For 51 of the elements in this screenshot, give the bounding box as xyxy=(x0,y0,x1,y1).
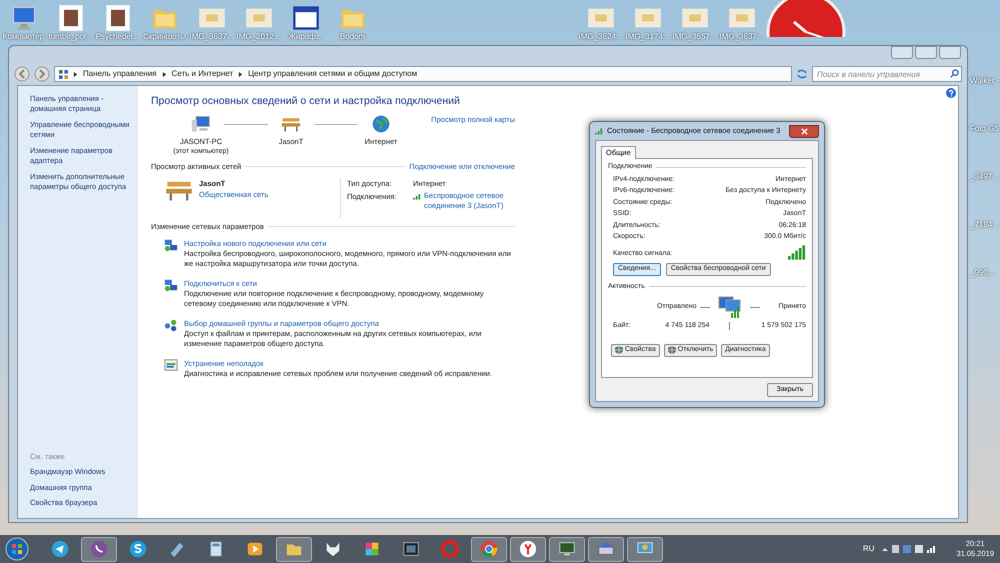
control-panel-icon xyxy=(59,70,68,78)
address-bar[interactable]: Панель управления Сеть и Интернет Центр управления сетями и общим доступом xyxy=(54,66,792,82)
taskbar-app-button[interactable] xyxy=(276,536,312,562)
taskbar-app-button[interactable] xyxy=(588,536,624,562)
phone-bubble-icon xyxy=(90,540,108,558)
window-icon xyxy=(292,4,320,32)
scanner-icon xyxy=(597,540,615,558)
monitor-icon xyxy=(558,540,576,558)
network-computers-icon xyxy=(164,278,178,292)
signal-bars-icon xyxy=(413,192,422,200)
paper-plane-icon xyxy=(51,540,69,558)
chevron-icon xyxy=(73,72,78,76)
close-icon xyxy=(800,128,808,134)
breadcrumb-item[interactable]: Сеть и Интернет xyxy=(172,68,234,80)
start-button-icon xyxy=(5,537,29,561)
fox-head-icon xyxy=(324,540,342,558)
help-icon xyxy=(946,88,956,98)
calculator-icon xyxy=(207,540,225,558)
taskbar-app-button[interactable] xyxy=(81,536,117,562)
skype-icon xyxy=(129,540,147,558)
taskbar-app-button[interactable] xyxy=(627,536,663,562)
page-title: Просмотр основных сведений о сети и настройка подключений xyxy=(151,94,461,109)
image-thumbnail-icon xyxy=(104,4,132,32)
chrome-icon xyxy=(480,540,498,558)
opera-icon xyxy=(441,540,459,558)
film-icon xyxy=(402,540,420,558)
breadcrumb-item[interactable]: Панель управления xyxy=(83,68,156,80)
troubleshooter-icon xyxy=(164,358,178,372)
refresh-icon xyxy=(796,68,808,80)
yandex-icon xyxy=(519,540,537,558)
taskbar-app-button[interactable] xyxy=(471,536,507,562)
color-blocks-icon xyxy=(363,540,381,558)
taskbar-app-button[interactable] xyxy=(510,536,546,562)
taskbar-app-button[interactable] xyxy=(549,536,585,562)
play-icon xyxy=(246,540,264,558)
signal-bars-icon xyxy=(595,127,604,135)
chevron-icon xyxy=(238,72,244,76)
network-computers-icon xyxy=(164,238,178,252)
signal-strength-icon xyxy=(788,244,806,260)
computer-icon xyxy=(191,114,211,134)
language-indicator[interactable]: RU xyxy=(862,543,874,555)
globe-icon xyxy=(371,114,391,134)
chevron-icon xyxy=(162,72,166,76)
image-thumbnail-icon xyxy=(56,4,84,32)
back-icon xyxy=(14,66,30,82)
search-icon xyxy=(950,69,959,78)
breadcrumb-item[interactable]: Центр управления сетями и общим доступом xyxy=(248,68,418,80)
network-activity-icon xyxy=(716,295,742,319)
homegroup-icon xyxy=(164,318,178,332)
forward-icon xyxy=(34,66,50,82)
search-field[interactable]: Поиск в панели управления xyxy=(812,66,962,82)
